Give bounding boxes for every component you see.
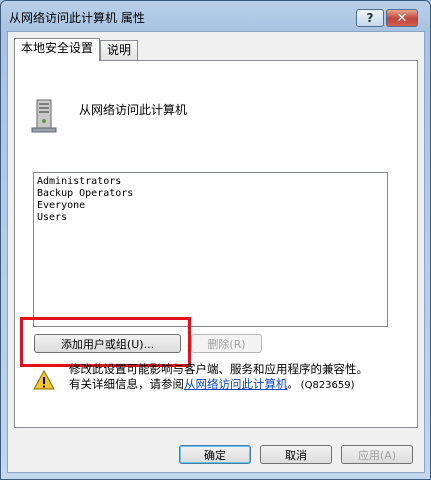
policy-name: 从网络访问此计算机 [79,103,188,117]
window-title: 从网络访问此计算机 属性 [9,11,145,25]
tab-explain[interactable]: 说明 [100,40,139,60]
remove-button[interactable]: 删除(R) [191,334,262,353]
close-button[interactable]: ✕ [386,9,418,27]
help-button[interactable]: ? [356,9,384,27]
ok-button[interactable]: 确定 [179,445,251,464]
warning-more-info-prefix: 有关详细信息，请参阅 [69,377,184,391]
cancel-button[interactable]: 取消 [260,445,332,464]
warning-more-info: 有关详细信息，请参阅从网络访问此计算机。 (Q823659) [69,376,355,392]
list-item[interactable]: Everyone [37,200,384,212]
tab-local-security-setting[interactable]: 本地安全设置 [14,38,101,61]
title-bar[interactable]: 从网络访问此计算机 属性 ? ✕ [1,1,430,31]
warning-kb-reference: 。 (Q823659) [287,380,355,391]
apply-button[interactable]: 应用(A) [341,445,413,464]
warning-text: 修改此设置可能影响与客户端、服务和应用程序的兼容性。 [69,362,368,376]
dialog-client-area: 本地安全设置 说明 从网络访问此计算机 Administrators Backu… [7,31,425,473]
properties-dialog: 从网络访问此计算机 属性 ? ✕ 本地安全设置 说明 从网络访问此计算机 Adm… [0,0,431,480]
list-item[interactable]: Administrators [37,176,384,188]
add-user-or-group-button[interactable]: 添加用户或组(U)... [34,334,181,353]
warning-icon [33,370,55,390]
list-item[interactable]: Users [37,212,384,224]
policy-help-link[interactable]: 从网络访问此计算机 [184,377,288,391]
list-item[interactable]: Backup Operators [37,188,384,200]
members-list[interactable]: Administrators Backup Operators Everyone… [33,172,388,327]
tab-panel: 从网络访问此计算机 Administrators Backup Operator… [14,60,418,428]
computer-icon [31,99,57,133]
